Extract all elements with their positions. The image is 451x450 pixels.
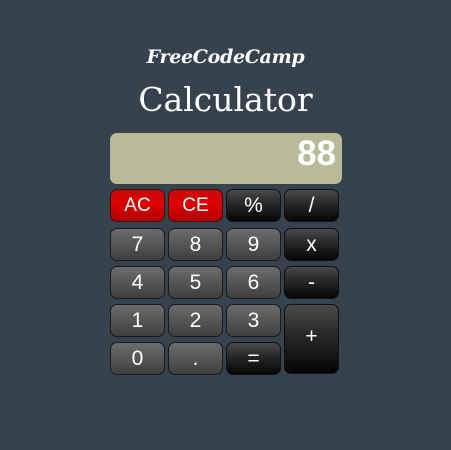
add-button[interactable]: + <box>284 304 339 374</box>
digit-4-button[interactable]: 4 <box>110 266 165 299</box>
digit-7-button[interactable]: 7 <box>110 228 165 261</box>
digit-9-button[interactable]: 9 <box>226 228 281 261</box>
digit-1-button[interactable]: 1 <box>110 304 165 337</box>
page-title: Calculator <box>138 80 313 119</box>
multiply-button[interactable]: x <box>284 228 339 261</box>
digit-0-button[interactable]: 0 <box>110 342 165 375</box>
brand-logo-text: FreeCodeCamp <box>146 46 305 68</box>
equals-button[interactable]: = <box>226 342 281 375</box>
divide-button[interactable]: / <box>284 189 339 222</box>
digit-2-button[interactable]: 2 <box>168 304 223 337</box>
calculator-body: 88 AC CE % / 7 8 9 x 4 5 6 - 1 2 3 + 0 .… <box>110 133 342 375</box>
decimal-button[interactable]: . <box>168 342 223 375</box>
percent-button[interactable]: % <box>226 189 281 222</box>
digit-8-button[interactable]: 8 <box>168 228 223 261</box>
digit-6-button[interactable]: 6 <box>226 266 281 299</box>
digit-5-button[interactable]: 5 <box>168 266 223 299</box>
all-clear-button[interactable]: AC <box>110 189 165 222</box>
clear-entry-button[interactable]: CE <box>168 189 223 222</box>
display-screen: 88 <box>110 133 342 184</box>
digit-3-button[interactable]: 3 <box>226 304 281 337</box>
calculator-page: FreeCodeCamp Calculator 88 AC CE % / 7 8… <box>0 0 451 450</box>
subtract-button[interactable]: - <box>284 266 339 299</box>
